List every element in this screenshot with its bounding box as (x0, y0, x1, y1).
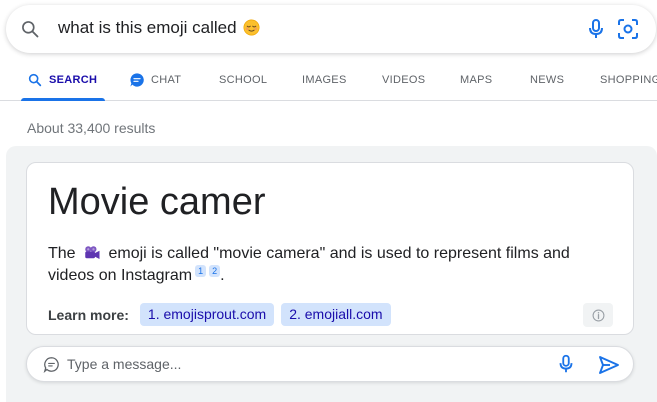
tab-school-label: SCHOOL (219, 74, 268, 86)
learn-more-row: Learn more: 1. emojisprout.com 2. emojia… (48, 303, 391, 326)
tab-images[interactable]: IMAGES (302, 60, 347, 100)
search-icon (22, 21, 39, 38)
search-bar[interactable]: what is this emoji called (6, 5, 656, 53)
answer-card: Movie camer The emoji is called "movie c… (26, 162, 634, 335)
relieved-face-emoji-icon (243, 19, 260, 36)
results-count: About 33,400 results (27, 120, 156, 136)
info-icon (592, 309, 604, 321)
microphone-icon[interactable] (584, 17, 608, 41)
search-query-text: what is this emoji called (58, 18, 237, 37)
tab-videos-label: VIDEOS (382, 74, 426, 86)
answer-text-after: emoji is called "movie camera" and is us… (48, 245, 570, 284)
tab-school[interactable]: SCHOOL (219, 60, 267, 100)
source-link-emojiall[interactable]: 2. emojiall.com (281, 303, 391, 326)
search-icon (28, 73, 42, 87)
tab-images-label: IMAGES (302, 74, 347, 86)
tab-shopping-label: SHOPPING (600, 74, 657, 86)
tab-news[interactable]: NEWS (530, 60, 564, 100)
chat-bubble-icon (130, 73, 144, 87)
tab-maps-label: MAPS (460, 74, 493, 86)
tab-chat[interactable]: CHAT (129, 60, 181, 100)
tab-search[interactable]: SEARCH (20, 60, 106, 101)
info-button[interactable] (583, 303, 613, 327)
tab-shopping[interactable]: SHOPPING (600, 60, 657, 100)
citation-2[interactable]: 2 (209, 265, 221, 277)
message-input[interactable] (67, 353, 547, 375)
tab-news-label: NEWS (530, 74, 565, 86)
send-icon[interactable] (597, 353, 621, 377)
learn-more-label: Learn more: (48, 306, 129, 323)
source-link-emojisprout[interactable]: 1. emojisprout.com (139, 303, 275, 326)
microphone-icon[interactable] (555, 353, 577, 375)
camera-lens-icon[interactable] (616, 17, 640, 41)
chat-input-bar (26, 346, 634, 382)
tab-chat-label: CHAT (151, 74, 182, 86)
chat-bubble-outline-icon (43, 357, 59, 373)
tab-search-label: SEARCH (49, 74, 98, 86)
tab-maps[interactable]: MAPS (460, 60, 492, 100)
answer-title: Movie camer (48, 181, 266, 223)
tab-videos[interactable]: VIDEOS (382, 60, 425, 100)
citation-1[interactable]: 1 (195, 265, 207, 277)
movie-camera-emoji-icon (85, 246, 100, 259)
search-query[interactable]: what is this emoji called (58, 18, 260, 38)
answer-text-before: The (48, 245, 76, 262)
answer-end-punct: . (220, 267, 225, 284)
search-tabs: SEARCH CHAT SCHOOL IMAGES VIDEOS MAPS NE… (0, 60, 657, 101)
answer-text: The emoji is called "movie camera" and i… (48, 243, 608, 287)
